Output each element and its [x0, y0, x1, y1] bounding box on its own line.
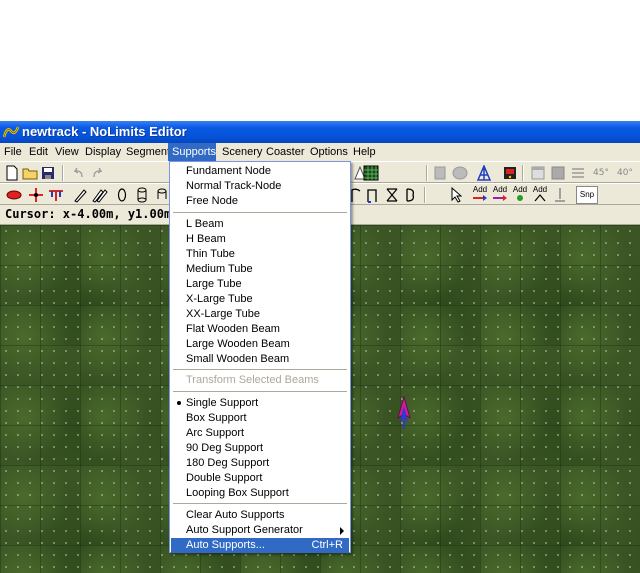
- menu-scenery[interactable]: Scenery: [218, 143, 266, 161]
- coaster-app-icon: [2, 124, 20, 140]
- menu-item-180-deg-support[interactable]: 180 Deg Support: [171, 456, 349, 471]
- train-icon[interactable]: [502, 165, 518, 181]
- menu-item-thin-tube[interactable]: Thin Tube: [171, 247, 349, 262]
- add-label: Add: [512, 185, 528, 194]
- menu-item-x-large-tube[interactable]: X-Large Tube: [171, 292, 349, 307]
- snap-button[interactable]: Snp: [576, 186, 598, 204]
- menu-item-transform-selected-beams: Transform Selected Beams: [186, 374, 319, 386]
- menu-item-box-support[interactable]: Box Support: [171, 411, 349, 426]
- menu-item-single-support[interactable]: Single Support: [171, 396, 349, 411]
- menu-item-90-deg-support[interactable]: 90 Deg Support: [171, 441, 349, 456]
- menu-separator: [173, 503, 347, 504]
- open-folder-icon[interactable]: [22, 165, 38, 181]
- menu-item-label: Single Support: [186, 397, 259, 409]
- menu-file[interactable]: File: [0, 143, 26, 161]
- solid-view-icon[interactable]: [550, 165, 566, 181]
- add-node-button[interactable]: Add: [470, 185, 490, 205]
- cylinder-alt-icon[interactable]: [154, 187, 170, 203]
- menu-item-label: Auto Support Generator: [186, 524, 303, 536]
- menu-item-arc-support[interactable]: Arc Support: [171, 426, 349, 441]
- b-bend-icon[interactable]: [402, 187, 418, 203]
- align-icon[interactable]: [570, 165, 586, 181]
- menu-item-l-beam[interactable]: L Beam: [171, 217, 349, 232]
- menu-item-small-wooden-beam[interactable]: Small Wooden Beam: [171, 352, 349, 367]
- add-label: Add: [532, 185, 548, 194]
- station-icon[interactable]: [452, 165, 468, 181]
- add-label: Add: [492, 185, 508, 194]
- menu-edit[interactable]: Edit: [25, 143, 52, 161]
- menu-bar: File Edit View Display Segment Supports …: [0, 143, 640, 161]
- menu-coaster[interactable]: Coaster: [262, 143, 309, 161]
- toolbar-separator: [522, 165, 524, 181]
- menu-separator: [173, 212, 347, 213]
- menu-shortcut: Ctrl+R: [311, 539, 343, 551]
- menu-item-label: Auto Supports...: [186, 539, 265, 551]
- toolbar-separator: [426, 165, 428, 181]
- menu-item-auto-supports[interactable]: Auto Supports... Ctrl+R: [171, 538, 349, 553]
- menu-item-clear-auto-supports[interactable]: Clear Auto Supports: [171, 508, 349, 523]
- radio-selected-dot: [177, 401, 181, 405]
- disabled-tool-icon[interactable]: [432, 165, 448, 181]
- footer-icon[interactable]: [552, 187, 568, 203]
- support-tower-icon[interactable]: [476, 165, 492, 181]
- menu-item-medium-tube[interactable]: Medium Tube: [171, 262, 349, 277]
- toolbar-separator: [424, 187, 426, 203]
- track-segment-icon[interactable]: [6, 187, 22, 203]
- supports-dropdown-menu: Fundament Node Normal Track-Node Free No…: [169, 161, 351, 553]
- menu-options[interactable]: Options: [306, 143, 352, 161]
- split-segment-icon[interactable]: [28, 187, 44, 203]
- new-file-icon[interactable]: [4, 165, 20, 181]
- menu-separator: [173, 369, 347, 370]
- menu-item-auto-support-generator[interactable]: Auto Support Generator: [171, 523, 349, 538]
- menu-item-flat-wooden-beam[interactable]: Flat Wooden Beam: [171, 322, 349, 337]
- add-label: Add: [472, 185, 488, 194]
- menu-view[interactable]: View: [51, 143, 83, 161]
- cylinder-icon[interactable]: [134, 187, 150, 203]
- cursor-marker-icon: [397, 396, 411, 429]
- menu-segment[interactable]: Segment: [122, 143, 174, 161]
- select-pointer-icon[interactable]: [448, 187, 464, 203]
- add-segment-button[interactable]: Add: [490, 185, 510, 205]
- menu-display[interactable]: Display: [81, 143, 125, 161]
- save-disk-icon[interactable]: [40, 165, 56, 181]
- menu-item-h-beam[interactable]: H Beam: [171, 232, 349, 247]
- angle-45-button[interactable]: 45°: [590, 165, 612, 181]
- menu-help[interactable]: Help: [349, 143, 380, 161]
- insert-node-icon[interactable]: [48, 187, 64, 203]
- title-bar[interactable]: newtrack - NoLimits Editor: [0, 121, 640, 143]
- menu-item-xx-large-tube[interactable]: XX-Large Tube: [171, 307, 349, 322]
- undo-icon[interactable]: [70, 165, 86, 181]
- menu-item-large-wooden-beam[interactable]: Large Wooden Beam: [171, 337, 349, 352]
- menu-item-fundament-node[interactable]: Fundament Node: [171, 164, 349, 179]
- menu-item-normal-track-node[interactable]: Normal Track-Node: [171, 179, 349, 194]
- redo-icon[interactable]: [90, 165, 106, 181]
- add-support-button[interactable]: Add: [510, 185, 530, 205]
- zero-roll-icon[interactable]: [114, 187, 130, 203]
- submenu-arrow-icon: [340, 527, 344, 535]
- bend-right-icon[interactable]: [364, 187, 380, 203]
- menu-item-double-support[interactable]: Double Support: [171, 471, 349, 486]
- menu-separator: [173, 391, 347, 392]
- angle-40-button[interactable]: 40°: [614, 165, 636, 181]
- grid-view-icon[interactable]: [363, 165, 379, 181]
- add-beam-button[interactable]: Add: [530, 185, 550, 205]
- window-icon[interactable]: [530, 165, 546, 181]
- twist-icon[interactable]: [384, 187, 400, 203]
- double-pen-icon[interactable]: [92, 187, 108, 203]
- pen-tool-icon[interactable]: [72, 187, 88, 203]
- menu-item-large-tube[interactable]: Large Tube: [171, 277, 349, 292]
- menu-item-free-node[interactable]: Free Node: [171, 194, 349, 209]
- toolbar-separator: [62, 165, 64, 181]
- menu-supports[interactable]: Supports: [168, 143, 216, 161]
- window-title: newtrack - NoLimits Editor: [22, 124, 187, 139]
- menu-item-looping-box-support[interactable]: Looping Box Support: [171, 486, 349, 501]
